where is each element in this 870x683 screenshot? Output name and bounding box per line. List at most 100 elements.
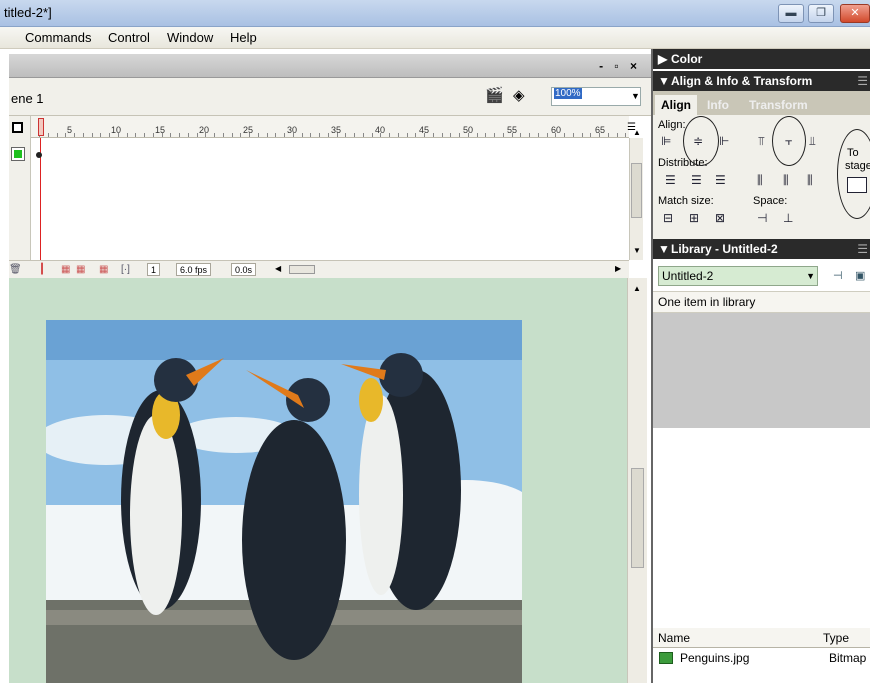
timeline-scrollbar[interactable]: ▲ ▼ bbox=[629, 128, 643, 260]
frame-ruler[interactable]: 5 10 15 20 25 30 35 40 45 50 55 60 65 bbox=[31, 116, 629, 138]
ruler-tick-label: 25 bbox=[243, 125, 254, 135]
pin-library-icon[interactable]: ⊣ bbox=[833, 269, 843, 282]
ruler-minor-tick bbox=[502, 133, 504, 137]
color-panel-header[interactable]: ▶ Color bbox=[653, 49, 870, 69]
menu-control[interactable]: Control bbox=[108, 30, 150, 45]
panel-menu-icon[interactable]: ☰ bbox=[857, 71, 868, 91]
ruler-minor-tick bbox=[56, 133, 58, 137]
timeline-frames[interactable]: 5 10 15 20 25 30 35 40 45 50 55 60 65 ☰ bbox=[31, 116, 636, 260]
menu-help[interactable]: Help bbox=[230, 30, 257, 45]
scroll-right-icon[interactable]: ▶ bbox=[615, 264, 621, 273]
stage-scrollbar[interactable]: ▲ bbox=[627, 278, 647, 683]
distribute-hcenter-icon[interactable]: ⫼ bbox=[783, 173, 789, 188]
ruler-tick-label: 40 bbox=[375, 125, 386, 135]
minimize-button[interactable]: ▬ bbox=[778, 4, 804, 23]
layer-color-icon[interactable] bbox=[11, 147, 25, 161]
tab-transform[interactable]: Transform bbox=[743, 95, 814, 115]
align-label: Align: bbox=[658, 119, 686, 131]
ruler-tick-label: 30 bbox=[287, 125, 298, 135]
annotation-oval bbox=[837, 129, 870, 219]
ruler-minor-tick bbox=[222, 133, 224, 137]
distribute-left-icon[interactable]: ⫼ bbox=[757, 173, 763, 188]
distribute-top-icon[interactable]: ☰ bbox=[665, 173, 676, 187]
restore-button[interactable]: ❐ bbox=[808, 4, 834, 23]
edit-scene-icon[interactable]: 🎬 bbox=[485, 86, 505, 106]
outline-icon[interactable] bbox=[12, 122, 23, 133]
frame-rate[interactable]: 6.0 fps bbox=[176, 263, 212, 276]
space-horizontal-icon[interactable]: ⊥ bbox=[783, 211, 793, 225]
library-panel: Untitled-2 ▼ ⊣ ▣ One item in library Nam… bbox=[653, 261, 870, 683]
distribute-bottom-icon[interactable]: ☰ bbox=[715, 173, 726, 187]
horizontal-scroll-thumb[interactable] bbox=[289, 265, 315, 274]
ruler-minor-tick bbox=[47, 133, 49, 137]
match-height-icon[interactable]: ⊞ bbox=[689, 211, 699, 225]
menu-window[interactable]: Window bbox=[167, 30, 213, 45]
onion-skin-icon[interactable]: ▦ bbox=[61, 264, 70, 275]
ruler-minor-tick bbox=[91, 133, 93, 137]
ruler-minor-tick bbox=[301, 133, 303, 137]
chevron-down-icon[interactable]: ▼ bbox=[631, 91, 640, 101]
distribute-right-icon[interactable]: ⫼ bbox=[807, 173, 813, 188]
tab-info[interactable]: Info bbox=[701, 95, 735, 115]
timeline-header: - ▫ × bbox=[9, 54, 651, 78]
ruler-minor-tick bbox=[319, 133, 320, 137]
edit-multiple-icon[interactable]: ▦ bbox=[99, 264, 108, 275]
onion-markers-icon[interactable]: [·] bbox=[121, 264, 130, 275]
library-document-select[interactable]: Untitled-2 ▼ bbox=[658, 266, 818, 286]
ruler-minor-tick bbox=[275, 133, 277, 137]
ruler-minor-tick bbox=[231, 133, 233, 137]
edit-symbols-icon[interactable]: ◈ bbox=[513, 86, 533, 106]
ruler-minor-tick bbox=[74, 133, 75, 137]
ruler-minor-tick bbox=[152, 133, 154, 137]
align-left-icon[interactable]: ⊫ bbox=[661, 134, 671, 148]
column-name[interactable]: Name bbox=[658, 631, 690, 645]
expand-arrow-icon: ▼ bbox=[658, 242, 670, 256]
penguins-bitmap[interactable] bbox=[46, 320, 522, 683]
distribute-vcenter-icon[interactable]: ☰ bbox=[691, 173, 702, 187]
ruler-minor-tick bbox=[441, 133, 443, 137]
ruler-minor-tick bbox=[616, 133, 618, 137]
layers-column bbox=[9, 116, 31, 260]
list-item[interactable]: Penguins.jpg Bitmap bbox=[653, 648, 870, 668]
expand-arrow-icon: ▼ bbox=[658, 74, 670, 88]
center-frame-icon[interactable]: ┃ bbox=[39, 264, 45, 275]
ruler-minor-tick bbox=[327, 133, 329, 137]
match-both-icon[interactable]: ⊠ bbox=[715, 211, 725, 225]
ruler-minor-tick bbox=[572, 133, 574, 137]
ruler-minor-tick bbox=[284, 133, 285, 137]
onion-outline-icon[interactable]: ▦ bbox=[76, 264, 85, 275]
column-type[interactable]: Type bbox=[823, 631, 849, 645]
panel-window-controls[interactable]: - ▫ × bbox=[599, 59, 641, 73]
tab-align[interactable]: Align bbox=[655, 95, 697, 115]
ruler-tick-label: 45 bbox=[419, 125, 430, 135]
align-panel-header[interactable]: ▼ Align & Info & Transform ☰ bbox=[653, 71, 870, 91]
ruler-minor-tick bbox=[82, 133, 84, 137]
keyframe-dot bbox=[36, 152, 42, 158]
scroll-left-icon[interactable]: ◀ bbox=[275, 264, 281, 273]
ruler-minor-tick bbox=[354, 133, 355, 137]
timeline-status-bar: 🗑 ┃ ▦ ▦ ▦ [·] 1 6.0 fps 0.0s ◀ ▶ bbox=[9, 260, 629, 278]
zoom-select[interactable]: 100% bbox=[551, 87, 641, 106]
bitmap-icon bbox=[659, 652, 673, 664]
align-top-icon[interactable]: ⫪ bbox=[758, 134, 765, 149]
library-preview bbox=[653, 313, 870, 428]
close-button[interactable]: ✕ bbox=[840, 4, 870, 23]
panel-menu-icon[interactable]: ☰ bbox=[857, 239, 868, 259]
align-tabs: Align Info Transform bbox=[653, 91, 870, 115]
ruler-tick-label: 15 bbox=[155, 125, 166, 135]
match-width-icon[interactable]: ⊟ bbox=[663, 211, 673, 225]
ruler-minor-tick bbox=[240, 133, 242, 137]
ruler-minor-tick bbox=[590, 133, 592, 137]
playhead[interactable] bbox=[38, 118, 44, 136]
current-frame: 1 bbox=[147, 263, 161, 276]
trash-icon[interactable]: 🗑 bbox=[9, 264, 22, 275]
space-vertical-icon[interactable]: ⊣ bbox=[757, 211, 767, 225]
ruler-minor-tick bbox=[196, 133, 198, 137]
ruler-minor-tick bbox=[126, 133, 128, 137]
annotation-oval bbox=[772, 116, 806, 166]
align-bottom-icon[interactable]: ⫫ bbox=[809, 134, 816, 149]
new-library-icon[interactable]: ▣ bbox=[855, 269, 865, 282]
menu-commands[interactable]: Commands bbox=[25, 30, 91, 45]
library-panel-header[interactable]: ▼ Library - Untitled-2 ☰ bbox=[653, 239, 870, 259]
align-right-icon[interactable]: ⊩ bbox=[719, 134, 729, 148]
